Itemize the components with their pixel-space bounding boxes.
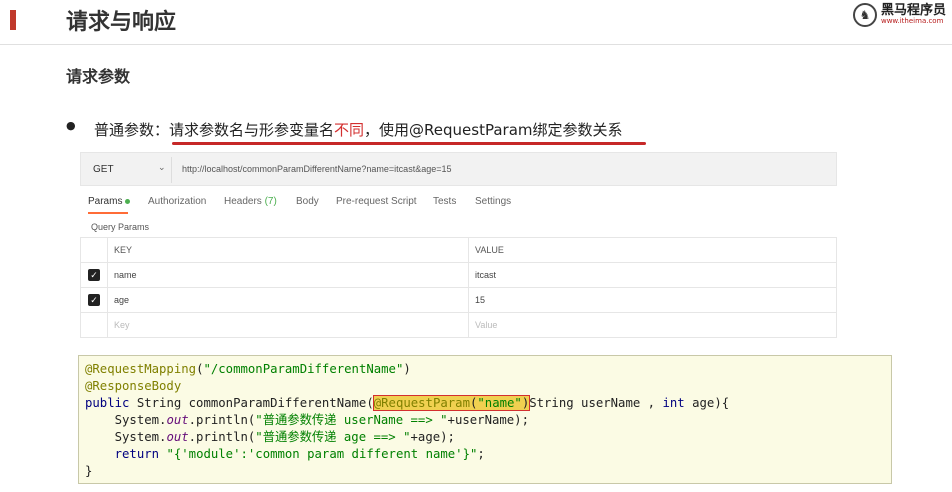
code-line: @RequestMapping("/commonParamDifferentNa… bbox=[85, 361, 891, 378]
tab-pre-request-script[interactable]: Pre-request Script bbox=[336, 196, 417, 207]
tab-params[interactable]: Params bbox=[88, 196, 131, 207]
code-string: "{'module':'common param different name'… bbox=[166, 447, 478, 461]
active-tab-indicator bbox=[88, 212, 128, 214]
code-block: @RequestMapping("/commonParamDifferentNa… bbox=[78, 355, 892, 484]
code-string: "普通参数传递 age ==> " bbox=[255, 430, 411, 444]
param-key-field[interactable]: name bbox=[107, 262, 469, 288]
code-keyword: return bbox=[85, 447, 160, 461]
param-value-field[interactable]: itcast bbox=[468, 262, 837, 288]
bullet-icon: ● bbox=[66, 119, 76, 132]
table-header-row: KEY VALUE bbox=[80, 237, 837, 263]
row-checkbox-cell bbox=[80, 312, 108, 338]
code-token: String userName , bbox=[529, 396, 663, 410]
code-token: ) bbox=[403, 362, 411, 376]
bullet-text-b: ，使用@RequestParam绑定参数关系 bbox=[364, 121, 623, 139]
red-underline bbox=[172, 142, 646, 145]
brand-logo: ♞ 黑马程序员 www.itheima.com bbox=[852, 3, 946, 27]
tab-headers-count: (7) bbox=[264, 196, 277, 207]
query-params-table: KEY VALUE ✓ name itcast ✓ age 15 Key Val… bbox=[80, 237, 837, 338]
header-divider bbox=[0, 44, 952, 45]
postman-request-panel: GET ⌄ http://localhost/commonParamDiffer… bbox=[80, 148, 837, 340]
table-row: ✓ name itcast bbox=[80, 262, 837, 288]
url-bar-divider bbox=[171, 157, 172, 183]
logo-name: 黑马程序员 bbox=[880, 3, 946, 18]
tab-authorization[interactable]: Authorization bbox=[148, 196, 206, 207]
code-field: out bbox=[166, 413, 189, 427]
code-annotation: @ResponseBody bbox=[85, 379, 182, 393]
bullet-text-highlight: 不同 bbox=[334, 121, 365, 139]
code-line: System.out.println("普通参数传递 age ==> "+age… bbox=[85, 429, 891, 446]
row-checkbox-cell: ✓ bbox=[80, 262, 108, 288]
bullet-text: 普通参数：请求参数名与形参变量名不同，使用@RequestParam绑定参数关系 bbox=[94, 119, 623, 140]
code-token: +age); bbox=[410, 430, 455, 444]
logo-url: www.itheima.com bbox=[880, 17, 944, 26]
code-token: System. bbox=[85, 430, 167, 444]
code-line: public String commonParamDifferentName(@… bbox=[85, 395, 891, 412]
code-token: .println( bbox=[188, 413, 256, 427]
column-header-key: KEY bbox=[107, 237, 469, 263]
request-url-input[interactable]: http://localhost/commonParamDifferentNam… bbox=[182, 164, 451, 174]
code-string: "普通参数传递 userName ==> " bbox=[255, 413, 448, 427]
new-value-input[interactable]: Value bbox=[468, 312, 837, 338]
highlighted-requestparam: @RequestParam("name") bbox=[372, 395, 531, 411]
column-header-value: VALUE bbox=[468, 237, 837, 263]
code-token: } bbox=[85, 464, 93, 478]
code-keyword: int bbox=[662, 396, 685, 410]
code-token: +userName); bbox=[447, 413, 529, 427]
page-title: 请求与响应 bbox=[66, 10, 177, 35]
tab-headers-label: Headers bbox=[224, 196, 262, 207]
bullet-text-a: 请求参数名与形参变量名 bbox=[169, 121, 335, 139]
code-token: age){ bbox=[684, 396, 730, 410]
chevron-down-icon[interactable]: ⌄ bbox=[158, 163, 166, 173]
query-params-heading: Query Params bbox=[91, 222, 150, 232]
code-annotation: @RequestMapping bbox=[85, 362, 197, 376]
code-string: "name" bbox=[477, 396, 522, 410]
tab-params-label: Params bbox=[88, 196, 123, 207]
new-key-input[interactable]: Key bbox=[107, 312, 469, 338]
code-line: } bbox=[85, 463, 891, 480]
code-annotation: @RequestParam bbox=[373, 396, 470, 410]
code-line: return "{'module':'common param differen… bbox=[85, 446, 891, 463]
tab-settings[interactable]: Settings bbox=[475, 196, 511, 207]
section-subtitle: 请求参数 bbox=[66, 67, 131, 86]
checkbox-checked[interactable]: ✓ bbox=[88, 294, 100, 306]
param-key-field[interactable]: age bbox=[107, 287, 469, 313]
code-line: System.out.println("普通参数传递 userName ==> … bbox=[85, 412, 891, 429]
bullet-label: 普通参数： bbox=[94, 121, 170, 139]
tab-tests[interactable]: Tests bbox=[433, 196, 456, 207]
tab-body[interactable]: Body bbox=[296, 196, 319, 207]
row-checkbox-cell: ✓ bbox=[80, 287, 108, 313]
param-value-field[interactable]: 15 bbox=[468, 287, 837, 313]
code-token: String commonParamDifferentName( bbox=[129, 396, 374, 410]
code-token: .println( bbox=[188, 430, 256, 444]
checkbox-checked[interactable]: ✓ bbox=[88, 269, 100, 281]
params-active-dot-icon bbox=[125, 198, 131, 204]
http-method-select[interactable]: GET bbox=[93, 164, 114, 175]
slide-accent-bar bbox=[10, 10, 16, 30]
table-row-empty: Key Value bbox=[80, 312, 837, 338]
code-string: "/commonParamDifferentName" bbox=[203, 362, 404, 376]
code-keyword: public bbox=[85, 396, 130, 410]
table-row: ✓ age 15 bbox=[80, 287, 837, 313]
request-url-bar: GET ⌄ http://localhost/commonParamDiffer… bbox=[80, 152, 837, 186]
header-checkbox-cell bbox=[80, 237, 108, 263]
code-field: out bbox=[166, 430, 189, 444]
tab-headers[interactable]: Headers (7) bbox=[224, 196, 277, 207]
horse-logo-icon: ♞ bbox=[852, 3, 877, 27]
code-token: System. bbox=[85, 413, 167, 427]
code-token: ; bbox=[477, 447, 485, 461]
code-line: @ResponseBody bbox=[85, 378, 891, 395]
